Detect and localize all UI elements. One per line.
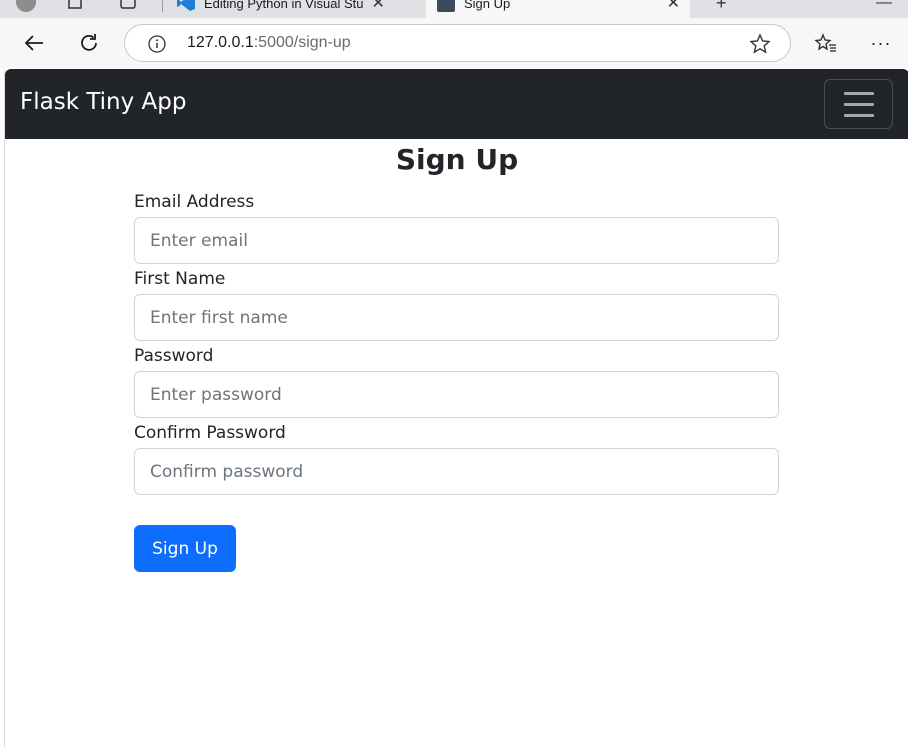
first-name-field[interactable]: [134, 294, 779, 341]
tab-strip: Editing Python in Visual Stu ✕ Sign Up ✕…: [0, 0, 908, 18]
favorites-icon: [814, 33, 836, 52]
tab-label: Editing Python in Visual Stu: [204, 0, 364, 11]
more-icon: ···: [870, 32, 892, 53]
navbar-brand[interactable]: Flask Tiny App: [20, 89, 187, 115]
reload-button[interactable]: [69, 18, 109, 68]
password-label: Password: [134, 346, 214, 366]
more-button[interactable]: ···: [861, 18, 901, 68]
tab-divider: [162, 0, 163, 12]
hamburger-icon: [843, 91, 874, 95]
password-field[interactable]: [134, 371, 779, 418]
tab-label: Sign Up: [464, 0, 511, 11]
sign-up-button[interactable]: Sign Up: [134, 525, 236, 572]
back-icon: [24, 35, 43, 51]
tab-actions-icon[interactable]: [118, 0, 138, 12]
new-tab-button[interactable]: +: [706, 0, 746, 18]
reload-icon: [81, 34, 97, 51]
info-icon[interactable]: [147, 34, 167, 54]
url-path: :5000/sign-up: [253, 34, 351, 51]
url-text: 127.0.0.1:5000/sign-up: [187, 34, 351, 52]
close-tab-icon[interactable]: ✕: [667, 0, 680, 13]
first-name-label: First Name: [134, 269, 226, 289]
navbar: Flask Tiny App: [5, 69, 908, 139]
hamburger-icon: [843, 113, 874, 117]
page-content: Flask Tiny App Sign Up Email Address Fir…: [4, 69, 908, 747]
confirm-password-field[interactable]: [134, 448, 779, 495]
favorites-button[interactable]: [806, 18, 846, 68]
email-label: Email Address: [134, 192, 255, 212]
tab-vscode[interactable]: Editing Python in Visual Stu ✕: [166, 0, 424, 18]
favorite-star-icon[interactable]: [749, 33, 771, 55]
browser-toolbar: 127.0.0.1:5000/sign-up ···: [0, 18, 908, 68]
email-field[interactable]: [134, 217, 779, 264]
profile-icon[interactable]: [16, 0, 36, 12]
workspaces-icon[interactable]: [66, 0, 86, 12]
hamburger-icon: [843, 102, 874, 106]
close-tab-icon[interactable]: ✕: [371, 0, 384, 13]
page-title: Sign Up: [395, 143, 519, 176]
navbar-toggler-button[interactable]: [824, 79, 893, 129]
confirm-password-label: Confirm Password: [134, 423, 286, 443]
url-host: 127.0.0.1: [187, 34, 254, 51]
address-bar[interactable]: 127.0.0.1:5000/sign-up: [124, 24, 791, 62]
page-icon: [437, 0, 455, 12]
tab-sign-up[interactable]: Sign Up ✕: [426, 0, 690, 18]
vscode-icon: [177, 0, 195, 11]
minimize-button[interactable]: —: [866, 0, 906, 18]
back-button[interactable]: [14, 18, 54, 68]
